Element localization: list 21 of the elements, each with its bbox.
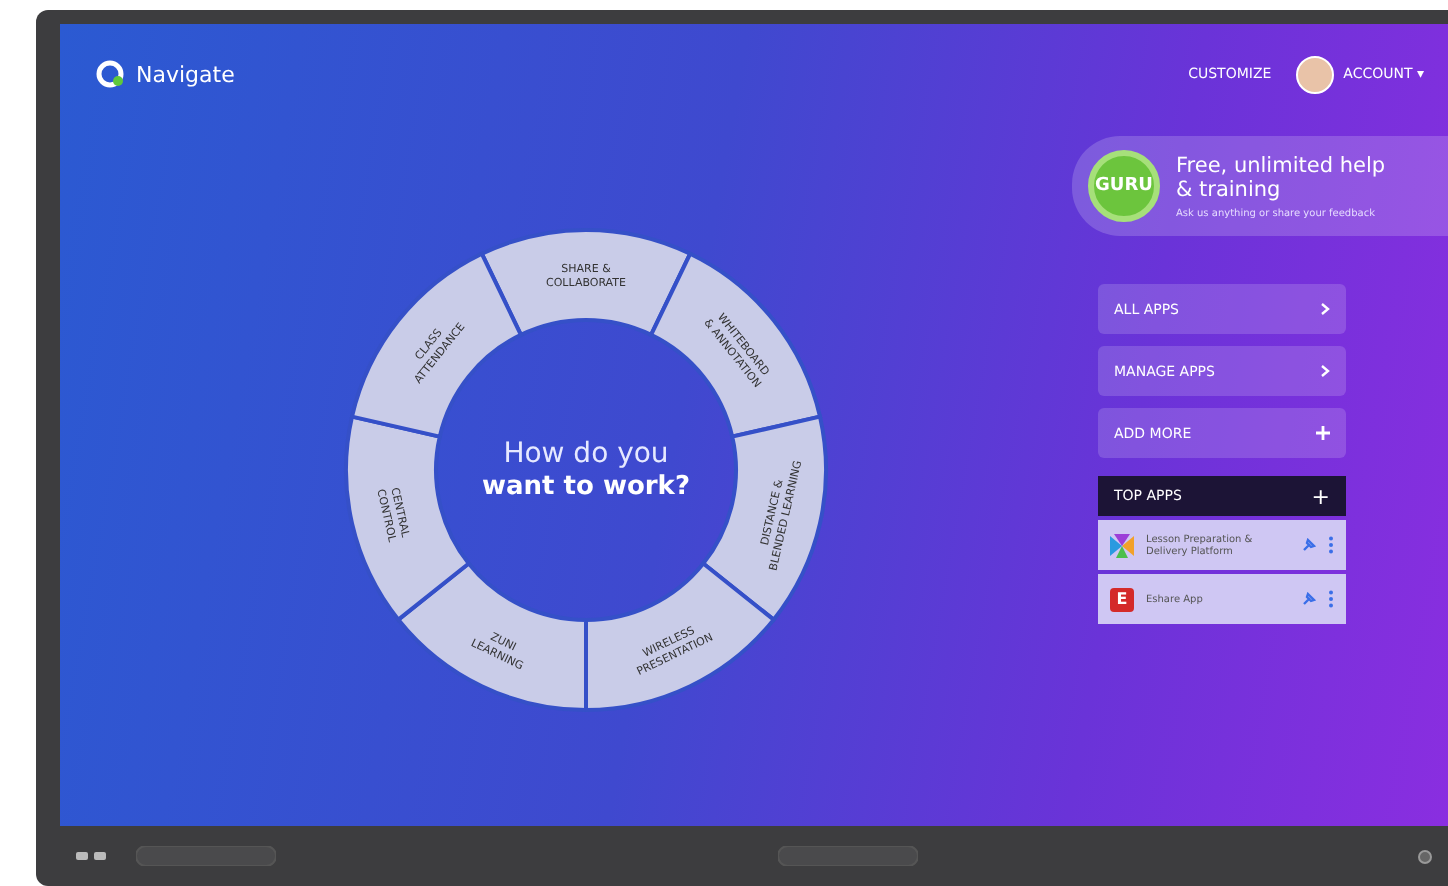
logo-icon	[96, 60, 124, 88]
add-app-button[interactable]: +	[1311, 483, 1330, 509]
chevron-right-icon	[1320, 364, 1330, 378]
app-letter-icon: E	[1110, 587, 1134, 611]
avatar-icon[interactable]	[1295, 55, 1334, 93]
more-icon[interactable]	[1328, 590, 1334, 608]
speaker-grille-icon	[136, 846, 276, 866]
wheel-prompt: How do you	[503, 438, 669, 470]
speaker-grille-icon	[777, 846, 917, 866]
more-icon[interactable]	[1328, 536, 1334, 554]
brand-name: Navigate	[136, 61, 235, 87]
hardware-buttons-icon	[76, 852, 108, 860]
guru-badge: GURU	[1088, 150, 1160, 222]
help-title: Free, unlimited help & training	[1176, 153, 1386, 201]
chevron-right-icon	[1320, 302, 1330, 316]
pin-icon[interactable]	[1302, 538, 1316, 552]
power-button-icon	[1418, 849, 1432, 863]
plus-icon	[1316, 426, 1330, 440]
wheel-prompt-bold: want to work?	[482, 472, 690, 502]
bow-tie-icon	[1110, 533, 1134, 557]
pin-icon[interactable]	[1302, 592, 1316, 606]
